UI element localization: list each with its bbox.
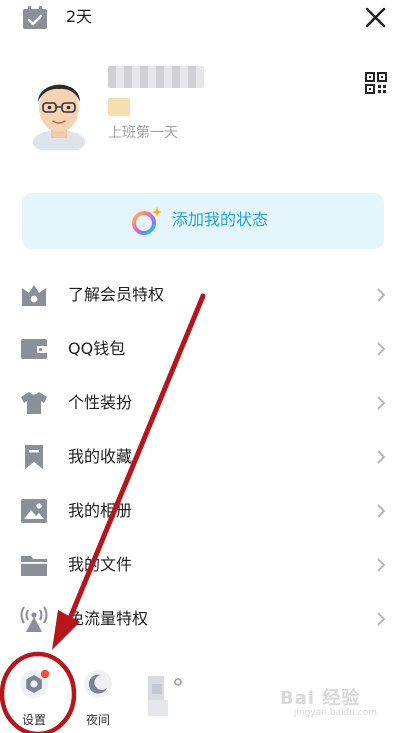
top-bar: 2天	[0, 0, 403, 36]
wallet-icon	[21, 339, 47, 359]
image-icon	[21, 499, 47, 523]
menu-item-label: 个性装扮	[68, 393, 133, 412]
moon-icon	[84, 670, 112, 698]
calendar-check-icon[interactable]	[22, 6, 48, 30]
folder-icon	[21, 556, 47, 576]
menu-item-free-data[interactable]: 免流量特权	[0, 596, 403, 642]
username-redacted[interactable]	[108, 66, 204, 88]
menu-item-label: 我的相册	[68, 501, 133, 520]
status-ring-sparkle-icon	[132, 207, 162, 235]
menu-item-label: 免流量特权	[68, 609, 149, 628]
tshirt-icon	[21, 392, 47, 414]
chevron-right-icon	[377, 504, 386, 518]
chevron-right-icon	[377, 450, 386, 464]
qr-code-icon[interactable]	[365, 72, 387, 94]
menu-item-label: 了解会员特权	[68, 285, 165, 304]
check-in-streak[interactable]: 2天	[66, 6, 92, 28]
watermark-url: jingyan.baidu.com	[294, 708, 378, 718]
menu-item-files[interactable]: 我的文件	[0, 542, 403, 588]
chevron-right-icon	[377, 396, 386, 410]
menu-item-qq-wallet[interactable]: QQ钱包	[0, 326, 403, 372]
chevron-right-icon	[377, 558, 386, 572]
avatar[interactable]	[24, 72, 94, 150]
night-mode-label: 夜间	[85, 713, 110, 727]
watermark-text: Bai 经验	[280, 688, 361, 709]
crown-shop-icon	[22, 285, 46, 306]
chevron-right-icon	[377, 288, 386, 302]
add-status-label: 添加我的状态	[172, 210, 269, 229]
antenna-icon	[20, 606, 48, 632]
add-status-button[interactable]: 添加我的状态	[22, 193, 384, 249]
level-badge[interactable]	[108, 98, 130, 116]
bookmark-icon	[25, 445, 43, 469]
menu-item-label: QQ钱包	[68, 339, 126, 358]
night-mode-button[interactable]: 夜间	[76, 668, 120, 728]
chevron-right-icon	[377, 612, 386, 626]
settings-button[interactable]: 设置	[12, 668, 56, 728]
menu-item-vip-privileges[interactable]: 了解会员特权	[0, 272, 403, 318]
gear-icon	[20, 669, 50, 698]
close-icon[interactable]	[360, 4, 390, 32]
menu-item-label: 我的收藏	[68, 447, 133, 466]
menu-item-label: 我的文件	[68, 555, 133, 574]
menu-item-favorites[interactable]: 我的收藏	[0, 434, 403, 480]
menu-item-personalize[interactable]: 个性装扮	[0, 380, 403, 426]
chevron-right-icon	[377, 342, 386, 356]
menu-item-album[interactable]: 我的相册	[0, 488, 403, 534]
weather-widget-redacted[interactable]	[144, 670, 188, 722]
settings-label: 设置	[21, 713, 46, 727]
profile-signature[interactable]: 上班第一天	[108, 123, 178, 143]
